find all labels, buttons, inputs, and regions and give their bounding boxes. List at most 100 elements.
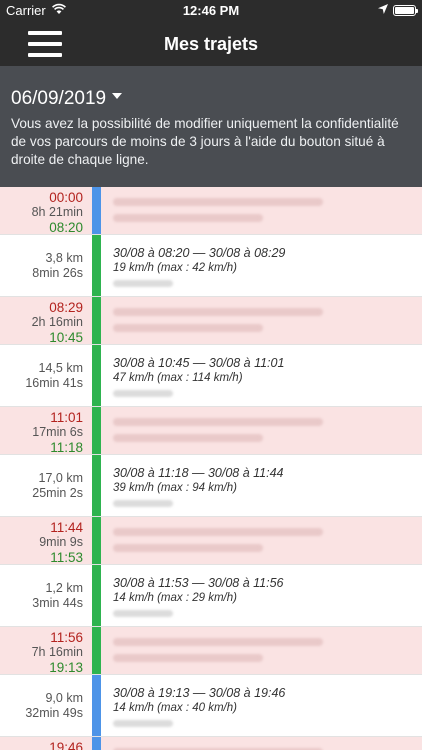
date-selector[interactable]: 06/09/2019 (11, 88, 123, 110)
trip-stats: 3,8 km 8min 26s (0, 235, 92, 296)
caret-down-icon (112, 93, 123, 99)
timeline-bar (92, 407, 101, 454)
timeline-bar (92, 675, 101, 736)
stop-row[interactable]: 19:46 (0, 737, 422, 750)
trip-distance: 14,5 km (38, 361, 83, 375)
stop-address (113, 297, 416, 344)
redacted-address (113, 324, 263, 332)
stop-address (113, 737, 416, 750)
trip-speed: 47 km/h (max : 114 km/h) (113, 372, 243, 384)
timeline-bar (92, 627, 101, 674)
stop-end-time: 11:18 (50, 440, 83, 455)
trip-details: 30/08 à 11:53 — 30/08 à 11:56 14 km/h (ma… (113, 565, 416, 626)
stop-start-time: 11:01 (50, 410, 83, 425)
trip-time-range: 30/08 à 11:53 — 30/08 à 11:56 (113, 576, 284, 590)
top-bar: Carrier 12:46 PM Mes trajets (0, 0, 422, 66)
timeline-bar (92, 297, 101, 344)
trip-row[interactable]: 14,5 km 16min 41s 30/08 à 10:45 — 30/08 à … (0, 345, 422, 407)
redacted-address (113, 418, 323, 426)
trip-row[interactable]: 3,8 km 8min 26s 30/08 à 08:20 — 30/08 à 08… (0, 235, 422, 297)
trip-stats: 9,0 km 32min 49s (0, 675, 92, 736)
trip-speed: 14 km/h (max : 29 km/h) (113, 592, 237, 604)
trip-duration: 16min 41s (25, 376, 83, 390)
redacted-address (113, 198, 323, 206)
redacted-address (113, 528, 323, 536)
status-time: 12:46 PM (182, 3, 240, 18)
stop-start-time: 00:00 (49, 190, 83, 205)
date-value: 06/09/2019 (11, 88, 107, 109)
trip-stats: 17,0 km 25min 2s (0, 455, 92, 516)
status-bar: Carrier 12:46 PM (0, 0, 422, 22)
timeline-bar (92, 455, 101, 516)
redacted-address (113, 544, 263, 552)
stop-times: 08:29 2h 16min 10:45 (0, 297, 92, 345)
timeline-bar (92, 737, 101, 750)
trip-distance: 9,0 km (45, 691, 83, 705)
redacted-info (113, 720, 173, 727)
redacted-info (113, 280, 173, 287)
stop-row[interactable]: 11:01 17min 6s 11:18 (0, 407, 422, 455)
timeline-bar (92, 565, 101, 626)
stop-duration: 17min 6s (32, 425, 83, 439)
trip-speed: 14 km/h (max : 40 km/h) (113, 702, 237, 714)
trip-distance: 1,2 km (45, 581, 83, 595)
stop-row[interactable]: 11:56 7h 16min 19:13 (0, 627, 422, 675)
date-header: 06/09/2019 Vous avez la possibilité de m… (0, 66, 422, 187)
stop-duration: 7h 16min (31, 645, 83, 659)
trip-stats: 1,2 km 3min 44s (0, 565, 92, 626)
trip-row[interactable]: 1,2 km 3min 44s 30/08 à 11:53 — 30/08 à 11… (0, 565, 422, 627)
trip-details: 30/08 à 11:18 — 30/08 à 11:44 39 km/h (ma… (113, 455, 416, 516)
trip-distance: 3,8 km (45, 251, 83, 265)
trip-list: 00:00 8h 21min 08:20 3,8 km 8min 26s 30/08 à … (0, 187, 422, 750)
trip-time-range: 30/08 à 10:45 — 30/08 à 11:01 (113, 356, 285, 370)
timeline-bar (92, 187, 101, 234)
redacted-address (113, 308, 323, 316)
stop-start-time: 11:56 (50, 630, 83, 645)
nav-bar: Mes trajets (0, 22, 422, 66)
trip-duration: 25min 2s (32, 486, 83, 500)
stop-times: 19:46 (0, 737, 92, 750)
stop-times: 11:56 7h 16min 19:13 (0, 627, 92, 675)
redacted-address (113, 638, 323, 646)
stop-row[interactable]: 11:44 9min 9s 11:53 (0, 517, 422, 565)
stop-end-time: 08:20 (49, 220, 83, 235)
trip-row[interactable]: 9,0 km 32min 49s 30/08 à 19:13 — 30/08 à 1… (0, 675, 422, 737)
stop-duration: 8h 21min (31, 205, 83, 219)
stop-address (113, 187, 416, 234)
timeline-bar (92, 235, 101, 296)
stop-end-time: 10:45 (49, 330, 83, 345)
stop-address (113, 407, 416, 454)
stop-start-time: 08:29 (49, 300, 83, 315)
stop-times: 11:01 17min 6s 11:18 (0, 407, 92, 455)
trip-duration: 8min 26s (32, 266, 83, 280)
redacted-info (113, 390, 173, 397)
trip-time-range: 30/08 à 19:13 — 30/08 à 19:46 (113, 686, 286, 700)
stop-address (113, 517, 416, 564)
trip-details: 30/08 à 10:45 — 30/08 à 11:01 47 km/h (ma… (113, 345, 416, 406)
trip-row[interactable]: 17,0 km 25min 2s 30/08 à 11:18 — 30/08 à 1… (0, 455, 422, 517)
trip-details: 30/08 à 08:20 — 30/08 à 08:29 19 km/h (ma… (113, 235, 416, 296)
stop-times: 11:44 9min 9s 11:53 (0, 517, 92, 565)
stop-duration: 2h 16min (31, 315, 83, 329)
battery-icon (393, 5, 418, 16)
page-title: Mes trajets (163, 34, 259, 54)
timeline-bar (92, 345, 101, 406)
redacted-address (113, 214, 263, 222)
stop-address (113, 627, 416, 674)
redacted-address (113, 434, 263, 442)
redacted-address (113, 654, 263, 662)
trip-details: 30/08 à 19:13 — 30/08 à 19:46 14 km/h (ma… (113, 675, 416, 736)
stop-end-time: 19:13 (49, 660, 83, 675)
trip-duration: 3min 44s (32, 596, 83, 610)
redacted-info (113, 500, 173, 507)
stop-start-time: 19:46 (49, 740, 83, 750)
trip-distance: 17,0 km (38, 471, 83, 485)
timeline-bar (92, 517, 101, 564)
stop-start-time: 11:44 (50, 520, 83, 535)
stop-row[interactable]: 00:00 8h 21min 08:20 (0, 187, 422, 235)
stop-row[interactable]: 08:29 2h 16min 10:45 (0, 297, 422, 345)
trip-duration: 32min 49s (25, 706, 83, 720)
info-text: Vous avez la possibilité de modifier uni… (11, 116, 399, 167)
trip-speed: 19 km/h (max : 42 km/h) (113, 262, 237, 274)
trip-time-range: 30/08 à 08:20 — 30/08 à 08:29 (113, 246, 286, 260)
